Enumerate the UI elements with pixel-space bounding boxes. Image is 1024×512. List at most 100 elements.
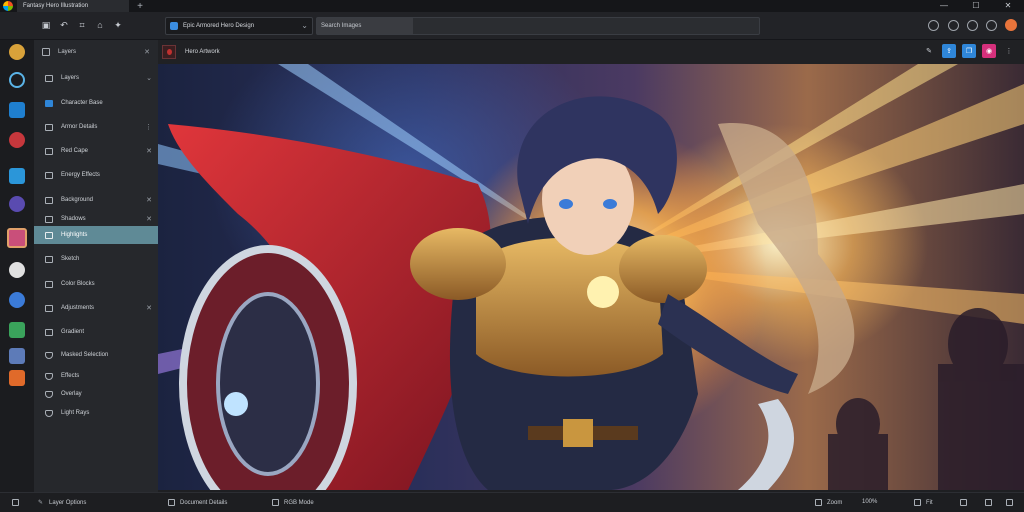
notifications-icon[interactable]: [948, 20, 959, 31]
panel-toggle-icon[interactable]: [1006, 499, 1018, 506]
layers-panel: Layers ✕ Layers ⌄ Character Base Armor De…: [34, 40, 158, 492]
fullscreen-icon[interactable]: [985, 499, 997, 506]
layout-icon[interactable]: [960, 499, 972, 506]
document-tab[interactable]: Hero Artwork: [162, 43, 322, 61]
view-percentage[interactable]: 100%: [862, 499, 877, 505]
background-crowd: [828, 308, 1024, 490]
layer-icon: [45, 99, 53, 107]
sidebar-item-color-blocks[interactable]: Color Blocks: [34, 275, 158, 293]
export-button[interactable]: ◉: [982, 44, 996, 58]
color-tool-icon[interactable]: [9, 72, 25, 88]
close-icon[interactable]: ✕: [144, 48, 150, 56]
sidebar-item-red-cape[interactable]: Red Cape ✕: [34, 142, 158, 160]
close-icon[interactable]: ✕: [146, 304, 152, 312]
sidebar-item-energy-effects[interactable]: Energy Effects: [34, 166, 158, 184]
new-tab-button[interactable]: +: [133, 1, 147, 12]
search-scope[interactable]: Search Images: [317, 18, 413, 34]
layers-panel-title: Layers: [58, 49, 77, 55]
clone-tool-icon[interactable]: [9, 262, 25, 278]
extensions-icon[interactable]: [986, 20, 997, 31]
belt-buckle: [563, 419, 593, 447]
select-tool-icon[interactable]: [9, 348, 25, 364]
light-icon: [45, 409, 53, 417]
history-icon[interactable]: [928, 20, 939, 31]
window-tab-title: Fantasy Hero Illustration: [23, 3, 89, 9]
document-favicon-icon: [170, 22, 178, 30]
more-icon[interactable]: ⋮: [1002, 44, 1016, 58]
sword-blade: [738, 399, 795, 490]
sidebar-item-highlights[interactable]: Highlights: [34, 226, 158, 244]
help-icon[interactable]: [967, 20, 978, 31]
sidebar-item-character-base[interactable]: Character Base: [34, 94, 158, 112]
layer-icon: [45, 74, 53, 82]
panel-icon: [42, 48, 50, 56]
document-details[interactable]: Document Details: [168, 499, 227, 506]
layer-icon: [45, 171, 53, 179]
image-canvas[interactable]: [158, 64, 1024, 490]
sidebar-item-light-rays[interactable]: Light Rays: [34, 404, 158, 422]
user-avatar[interactable]: [1005, 19, 1017, 31]
maximize-button[interactable]: ☐: [960, 0, 992, 12]
document-tab-label: Hero Artwork: [185, 49, 220, 55]
fit-button[interactable]: Fit: [914, 499, 933, 506]
close-icon[interactable]: ✕: [146, 196, 152, 204]
tool-rail: [0, 40, 34, 492]
main-toolbar: ▣ ↶ ⌗ ⌂ ✦ Epic Armored Hero Design ⌄ Sea…: [0, 12, 1024, 40]
fit-icon: [914, 499, 921, 506]
settings-icon[interactable]: ✦: [112, 19, 124, 31]
layers-tool-icon[interactable]: [9, 102, 25, 118]
share-button[interactable]: ⇪: [942, 44, 956, 58]
search-label: Search Images: [321, 23, 362, 29]
shape-tool-icon[interactable]: [9, 322, 25, 338]
sidebar-item-sketch[interactable]: Sketch: [34, 250, 158, 268]
sidebar-item-armor-details[interactable]: Armor Details ⋮: [34, 118, 158, 136]
document-selector[interactable]: Epic Armored Hero Design ⌄: [165, 17, 313, 35]
document-selector-value: Epic Armored Hero Design: [183, 23, 255, 29]
hero-eye-right: [603, 199, 617, 209]
layer-icon: [45, 123, 53, 131]
duplicate-button[interactable]: ❐: [962, 44, 976, 58]
chevron-down-icon[interactable]: ⌄: [301, 21, 308, 30]
close-icon[interactable]: ✕: [146, 215, 152, 223]
pen-icon[interactable]: ✎: [922, 44, 936, 58]
undo-icon[interactable]: ↶: [58, 19, 70, 31]
link-tool-icon[interactable]: [9, 292, 25, 308]
save-icon[interactable]: ▣: [40, 19, 52, 31]
sidebar-item-adjustments[interactable]: Adjustments ✕: [34, 299, 158, 317]
sidebar-item-layers[interactable]: Layers ⌄: [34, 69, 158, 87]
pencil-icon: ✎: [38, 500, 44, 506]
layer-options-button[interactable]: ✎ Layer Options: [38, 499, 86, 507]
home-icon[interactable]: ⌂: [94, 19, 106, 31]
sidebar-item-effects[interactable]: Effects: [34, 367, 158, 385]
zoom-control[interactable]: Zoom: [815, 499, 842, 506]
layer-icon: [45, 328, 53, 336]
search-input[interactable]: [413, 18, 759, 34]
layer-icon: [45, 255, 53, 263]
sidebar-item-masked-selection[interactable]: Masked Selection: [34, 346, 158, 364]
window-tab[interactable]: Fantasy Hero Illustration: [17, 0, 129, 12]
grid-icon[interactable]: [12, 499, 24, 506]
search-bar[interactable]: Search Images: [316, 17, 760, 35]
crop-icon[interactable]: ⌗: [76, 19, 88, 31]
active-image-tool-icon[interactable]: [7, 228, 27, 248]
overlay-icon: [45, 390, 53, 398]
color-mode[interactable]: RGB Mode: [272, 499, 314, 506]
fill-tool-icon[interactable]: [9, 168, 25, 184]
sidebar-item-gradient[interactable]: Gradient: [34, 323, 158, 341]
layers-panel-header: Layers ✕: [34, 40, 158, 64]
close-button[interactable]: ✕: [992, 0, 1024, 12]
title-bar: Fantasy Hero Illustration + — ☐ ✕: [0, 0, 1024, 12]
more-icon[interactable]: ⋮: [145, 123, 152, 131]
eraser-tool-icon[interactable]: [9, 132, 25, 148]
layer-icon: [45, 215, 53, 223]
sidebar-item-background[interactable]: Background ✕: [34, 191, 158, 209]
blur-tool-icon[interactable]: [9, 196, 25, 212]
brush-tool-icon[interactable]: [9, 44, 25, 60]
sticker-tool-icon[interactable]: [9, 370, 25, 386]
chevron-down-icon[interactable]: ⌄: [146, 74, 152, 82]
close-icon[interactable]: ✕: [146, 147, 152, 155]
sidebar-item-overlay[interactable]: Overlay: [34, 385, 158, 403]
effects-icon: [45, 372, 53, 380]
minimize-button[interactable]: —: [928, 0, 960, 12]
info-icon: [168, 499, 175, 506]
